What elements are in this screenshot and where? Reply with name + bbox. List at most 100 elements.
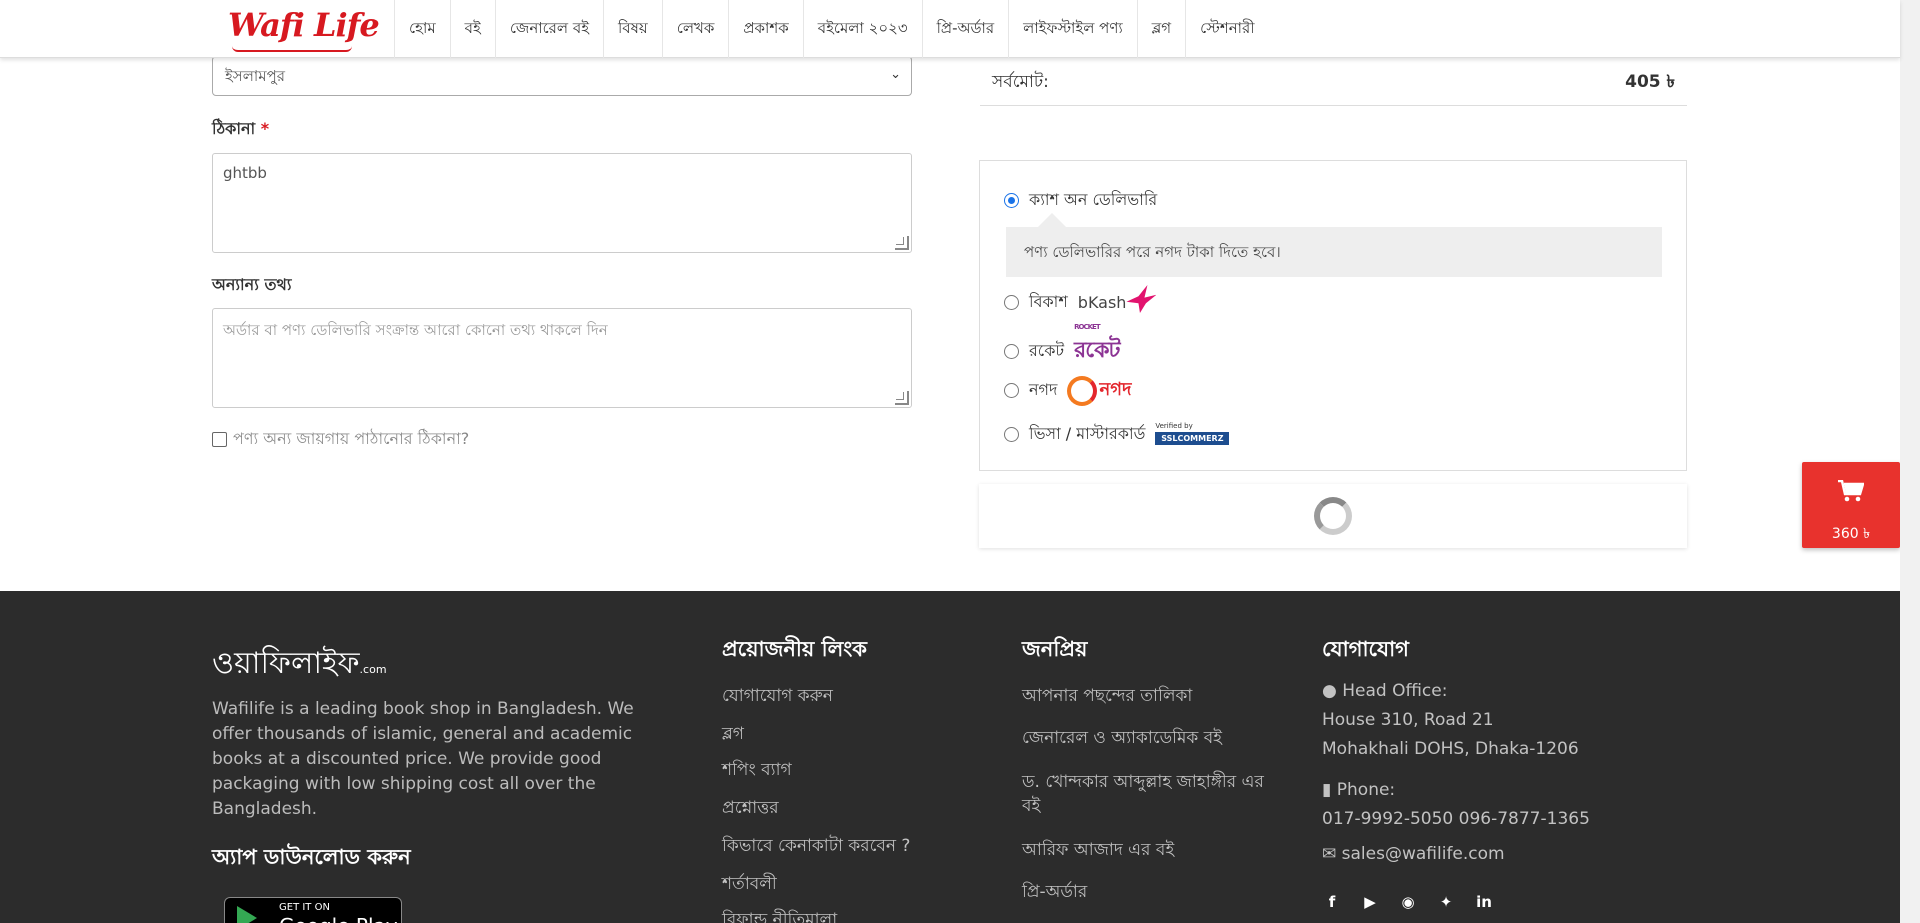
area-select[interactable]: ইসলামপুর ⌄ — [212, 56, 912, 96]
useful-links-heading: প্রয়োজনীয় লিংক — [722, 637, 867, 661]
checkout-page: Wafi Life হোম বই জেনারেল বই বিষয় লেখক প… — [0, 0, 1920, 923]
nav-stationery[interactable]: স্টেশনারী — [1185, 0, 1268, 58]
address-line-1: House 310, Road 21 — [1322, 710, 1494, 730]
footer-link-contact[interactable]: যোগাযোগ করুন — [722, 683, 833, 711]
email-line[interactable]: ✉ sales@wafilife.com — [1322, 840, 1622, 869]
other-info-label: অন্যান্য তথ্য — [212, 275, 292, 294]
nav-home[interactable]: হোম — [394, 0, 450, 58]
app-download-heading: অ্যাপ ডাউনলোড করুন — [212, 845, 411, 869]
nav-pre-order[interactable]: প্রি-অর্ডার — [921, 0, 1009, 58]
nav-publishers[interactable]: প্রকাশক — [728, 0, 802, 58]
site-header: Wafi Life হোম বই জেনারেল বই বিষয় লেখক প… — [0, 0, 1900, 58]
rocket-label: রকেট — [1029, 341, 1065, 360]
total-label: সর্বমোট: — [992, 71, 1049, 92]
total-value: 405 ৳ — [1625, 71, 1675, 92]
map-marker-icon: ● — [1322, 681, 1343, 701]
popular-link-pre-order[interactable]: প্রি-অর্ডার — [1022, 879, 1087, 907]
google-play-icon — [237, 906, 257, 923]
nagad-logo: নগদ — [1067, 375, 1131, 406]
popular-link-arif-azad[interactable]: আরিফ আজাদ এর বই — [1022, 837, 1174, 865]
nav-books[interactable]: বই — [449, 0, 495, 58]
ship-elsewhere-label: পণ্য অন্য জায়গায় পাঠানোর ঠিকানা? — [233, 429, 470, 448]
bkash-label: বিকাশ — [1029, 292, 1068, 311]
footer-link-how-to-buy[interactable]: কিভাবে কেনাকাটা করবেন ? — [722, 833, 910, 861]
loading-spinner-icon — [1314, 497, 1352, 535]
other-info-textarea[interactable]: অর্ডার বা পণ্য ডেলিভারি সংক্রান্ত আরো কো… — [212, 308, 912, 408]
popular-link-general-academic[interactable]: জেনারেল ও অ্যাকাডেমিক বই — [1022, 725, 1222, 753]
contact-info: ● Head Office: House 310, Road 21 Mohakh… — [1322, 677, 1622, 869]
site-logo[interactable]: Wafi Life — [228, 6, 380, 44]
cod-radio[interactable] — [1004, 193, 1019, 208]
google-play-button[interactable]: GET IT ON Google Play — [224, 897, 402, 923]
contact-heading: যোগাযোগ — [1322, 637, 1409, 661]
rocket-logo: ROCKET রকেট — [1074, 323, 1120, 363]
required-marker: * — [260, 119, 270, 138]
cod-note: পণ্য ডেলিভারির পরে নগদ টাকা দিতে হবে। — [1006, 227, 1662, 277]
popular-link-wishlist[interactable]: আপনার পছন্দের তালিকা — [1022, 683, 1192, 711]
other-info-placeholder: অর্ডার বা পণ্য ডেলিভারি সংক্রান্ত আরো কো… — [223, 321, 608, 339]
area-select-value: ইসলামপুর — [225, 67, 285, 85]
ship-elsewhere-checkbox[interactable] — [212, 432, 227, 447]
nav-general-books[interactable]: জেনারেল বই — [494, 0, 603, 58]
youtube-icon[interactable]: ▶ — [1360, 893, 1380, 911]
nagad-swirl-icon — [1067, 375, 1098, 406]
resize-handle-icon[interactable] — [895, 236, 909, 250]
payment-bkash[interactable]: বিকাশ bKash — [1004, 285, 1157, 316]
payment-methods: ক্যাশ অন ডেলিভারি পণ্য ডেলিভারির পরে নগদ… — [979, 160, 1687, 471]
nav-authors[interactable]: লেখক — [661, 0, 729, 58]
nav-lifestyle[interactable]: লাইফস্টাইল পণ্য — [1008, 0, 1137, 58]
logo-swoosh — [232, 46, 352, 52]
footer-link-terms[interactable]: শর্তাবলী — [722, 871, 777, 899]
cod-label: ক্যাশ অন ডেলিভারি — [1029, 190, 1158, 209]
nav-subjects[interactable]: বিষয় — [603, 0, 662, 58]
cod-note-arrow — [1038, 213, 1066, 227]
twitter-icon[interactable]: ✦ — [1436, 893, 1456, 911]
order-total-row: সর্বমোট: 405 ৳ — [980, 60, 1687, 106]
linkedin-icon[interactable]: in — [1474, 893, 1494, 911]
popular-heading: জনপ্রিয় — [1022, 637, 1088, 661]
sslcommerz-logo: Verified by SSLCOMMERZ — [1155, 422, 1230, 446]
facebook-icon[interactable]: f — [1322, 893, 1342, 911]
phone-line: ▮ Phone: — [1322, 780, 1396, 800]
bkash-radio[interactable] — [1004, 295, 1019, 310]
footer-logo[interactable]: ওয়াফিলাইফ.com — [212, 639, 387, 690]
chevron-down-icon: ⌄ — [890, 67, 901, 82]
address-textarea[interactable]: ghtbb — [212, 153, 912, 253]
address-label: ঠিকানা * — [212, 119, 270, 138]
nagad-radio[interactable] — [1004, 383, 1019, 398]
payment-nagad[interactable]: নগদ নগদ — [1004, 375, 1131, 406]
envelope-icon: ✉ — [1322, 844, 1342, 864]
phone-numbers[interactable]: 017-9992-5050 096-7877-1365 — [1322, 805, 1622, 834]
payment-card[interactable]: ভিসা / মাস্টারকার্ড Verified by SSLCOMME… — [1004, 421, 1230, 448]
mobile-phone-icon: ▮ — [1322, 780, 1337, 800]
page-scrollbar[interactable] — [1900, 0, 1920, 923]
footer-link-refund[interactable]: রিফান্ড নীতিমালা — [722, 907, 837, 923]
nav-book-fair[interactable]: বইমেলা ২০২৩ — [802, 0, 922, 58]
instagram-icon[interactable]: ◉ — [1398, 893, 1418, 911]
bkash-bird-icon — [1126, 285, 1157, 313]
place-order-loading — [979, 484, 1687, 548]
nagad-label: নগদ — [1029, 380, 1058, 399]
cart-total: 360 ৳ — [1831, 526, 1871, 542]
floating-cart-button[interactable]: 360 ৳ — [1802, 462, 1900, 548]
card-radio[interactable] — [1004, 427, 1019, 442]
ship-elsewhere-row[interactable]: পণ্য অন্য জায়গায় পাঠানোর ঠিকানা? — [212, 426, 469, 453]
card-label: ভিসা / মাস্টারকার্ড — [1029, 424, 1146, 443]
shopping-cart-icon — [1838, 480, 1864, 502]
site-footer: ওয়াফিলাইফ.com Wafilife is a leading boo… — [0, 591, 1900, 923]
address-line-2: Mohakhali DOHS, Dhaka-1206 — [1322, 739, 1579, 759]
footer-link-blog[interactable]: ব্লগ — [722, 721, 744, 749]
footer-about: Wafilife is a leading book shop in Bangl… — [212, 699, 634, 819]
nav-blog[interactable]: ব্লগ — [1136, 0, 1185, 58]
main-nav: হোম বই জেনারেল বই বিষয় লেখক প্রকাশক বইম… — [394, 0, 1269, 58]
payment-cod[interactable]: ক্যাশ অন ডেলিভারি — [1004, 187, 1157, 214]
resize-handle-icon[interactable] — [895, 391, 909, 405]
head-office-line: ● Head Office: — [1322, 681, 1448, 701]
social-links: f ▶ ◉ ✦ in — [1322, 893, 1494, 911]
rocket-radio[interactable] — [1004, 344, 1019, 359]
payment-rocket[interactable]: রকেট ROCKET রকেট — [1004, 323, 1120, 370]
footer-link-faq[interactable]: প্রশ্নোত্তর — [722, 795, 779, 823]
footer-link-shopping-bag[interactable]: শপিং ব্যাগ — [722, 757, 792, 785]
popular-link-jahangir-cont[interactable]: বই — [1022, 793, 1040, 821]
popular-link-jahangir[interactable]: ড. খোন্দকার আব্দুল্লাহ জাহাঙ্গীর এর — [1022, 769, 1264, 797]
